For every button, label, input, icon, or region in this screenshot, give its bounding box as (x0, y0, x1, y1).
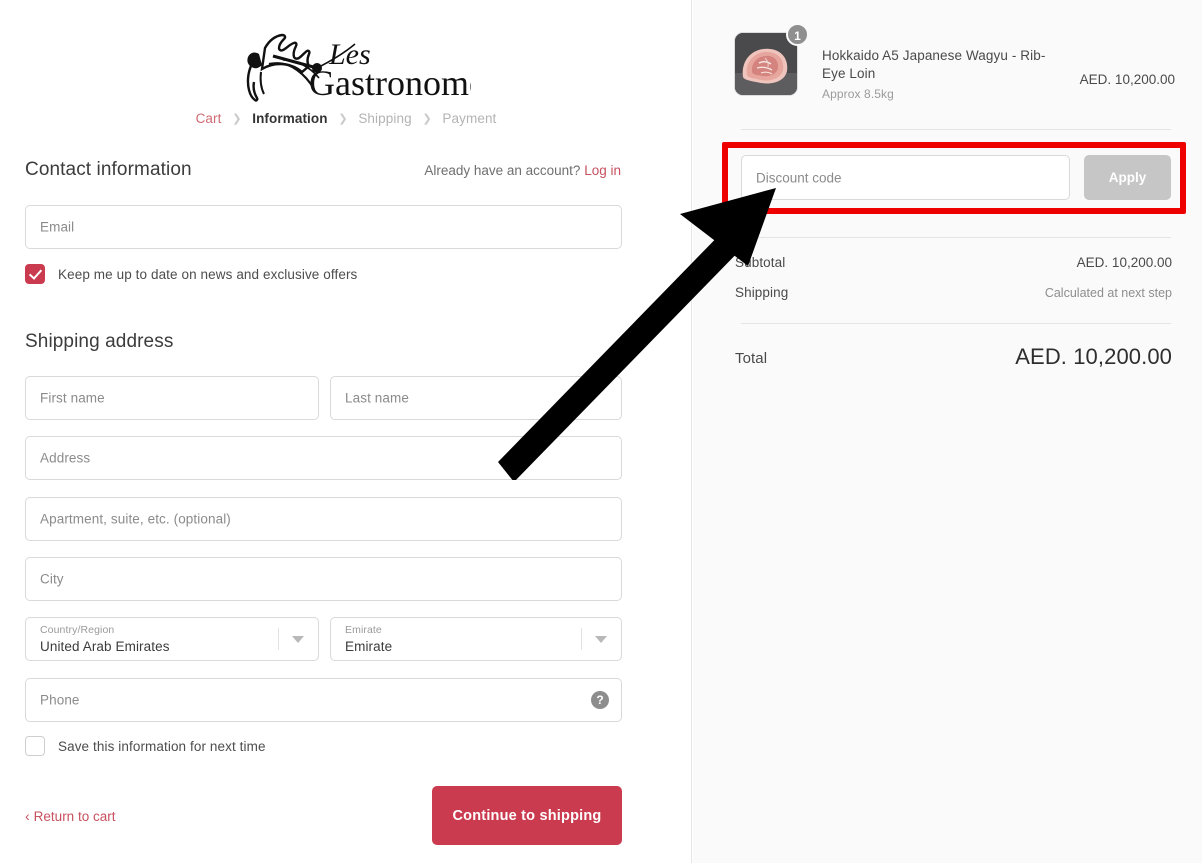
checkout-page: Les Gastronomes Cart ❯ Information ❯ Shi… (0, 0, 1202, 863)
newsletter-checkbox-row[interactable]: Keep me up to date on news and exclusive… (25, 264, 357, 284)
city-field[interactable]: City (25, 557, 622, 601)
phone-placeholder: Phone (40, 692, 80, 708)
apartment-placeholder: Apartment, suite, etc. (optional) (40, 511, 231, 527)
shipping-label: Shipping (735, 285, 789, 300)
save-information-checkbox[interactable] (25, 736, 45, 756)
chevron-left-icon: ‹ (25, 808, 30, 824)
breadcrumb-separator-icon: ❯ (232, 113, 242, 125)
save-information-checkbox-row[interactable]: Save this information for next time (25, 736, 266, 756)
discount-code-placeholder: Discount code (756, 170, 842, 185)
last-name-field[interactable]: Last name (330, 376, 622, 420)
return-to-cart-label: Return to cart (33, 809, 116, 824)
last-name-placeholder: Last name (345, 390, 409, 406)
contact-information-heading: Contact information (25, 159, 192, 180)
city-placeholder: City (40, 571, 64, 587)
emirate-label: Emirate (345, 624, 382, 636)
total-label: Total (735, 350, 768, 367)
rooster-chef-logo-icon: Les Gastronomes (246, 33, 471, 102)
checkout-breadcrumb: Cart ❯ Information ❯ Shipping ❯ Payment (0, 111, 692, 126)
continue-to-shipping-button[interactable]: Continue to shipping (432, 786, 622, 845)
summary-divider (741, 129, 1171, 130)
email-placeholder: Email (40, 219, 75, 235)
breadcrumb-separator-icon: ❯ (422, 113, 432, 125)
total-value: AED. 10,200.00 (1015, 344, 1172, 369)
product-title: Hokkaido A5 Japanese Wagyu - Rib-Eye Loi… (822, 48, 1046, 81)
summary-divider (741, 237, 1171, 238)
newsletter-checkbox[interactable] (25, 264, 45, 284)
address-field[interactable]: Address (25, 436, 622, 480)
breadcrumb-step-information[interactable]: Information (252, 111, 327, 126)
select-divider (278, 628, 279, 650)
breadcrumb-step-shipping[interactable]: Shipping (358, 111, 411, 126)
product-variant: Approx 8.5kg (822, 87, 894, 101)
account-prompt-text: Already have an account? (424, 163, 581, 178)
summary-divider (741, 323, 1171, 324)
phone-field[interactable]: Phone ? (25, 678, 622, 722)
first-name-field[interactable]: First name (25, 376, 319, 420)
shipping-address-heading: Shipping address (25, 331, 174, 352)
product-info: Hokkaido A5 Japanese Wagyu - Rib-Eye Loi… (822, 47, 1052, 101)
address-placeholder: Address (40, 450, 91, 466)
chevron-down-icon[interactable] (595, 636, 607, 643)
store-logo[interactable]: Les Gastronomes (0, 20, 692, 102)
chevron-down-icon[interactable] (292, 636, 304, 643)
breadcrumb-separator-icon: ❯ (338, 113, 348, 125)
save-information-label: Save this information for next time (58, 738, 266, 754)
subtotal-label: Subtotal (735, 255, 786, 270)
log-in-link[interactable]: Log in (584, 163, 621, 178)
country-region-value: United Arab Emirates (40, 639, 170, 654)
checkout-form-column: Les Gastronomes Cart ❯ Information ❯ Shi… (0, 0, 692, 863)
select-divider (581, 628, 582, 650)
emirate-value: Emirate (345, 639, 393, 654)
breadcrumb-step-cart[interactable]: Cart (196, 111, 222, 126)
quantity-badge: 1 (786, 23, 809, 46)
breadcrumb-step-payment[interactable]: Payment (442, 111, 496, 126)
svg-text:Gastronomes: Gastronomes (309, 63, 471, 102)
emirate-select[interactable]: Emirate Emirate (330, 617, 622, 661)
first-name-placeholder: First name (40, 390, 105, 406)
email-field[interactable]: Email (25, 205, 622, 249)
order-line-item: 1 Hokkaido A5 Japanese Wagyu - Rib-Eye L… (734, 23, 1175, 112)
shipping-value: Calculated at next step (1044, 286, 1172, 300)
discount-code-input[interactable]: Discount code (741, 155, 1070, 200)
help-icon[interactable]: ? (591, 691, 609, 709)
subtotal-value: AED. 10,200.00 (1076, 255, 1172, 270)
apartment-field[interactable]: Apartment, suite, etc. (optional) (25, 497, 622, 541)
newsletter-label: Keep me up to date on news and exclusive… (58, 266, 358, 282)
country-region-select[interactable]: Country/Region United Arab Emirates (25, 617, 319, 661)
product-price: AED. 10,200.00 (1079, 72, 1175, 87)
account-prompt: Already have an account? Log in (424, 163, 621, 178)
country-region-label: Country/Region (40, 624, 115, 636)
return-to-cart-link[interactable]: ‹ Return to cart (25, 808, 115, 824)
product-thumbnail-wrap: 1 (734, 23, 809, 98)
apply-discount-button[interactable]: Apply (1084, 155, 1171, 200)
